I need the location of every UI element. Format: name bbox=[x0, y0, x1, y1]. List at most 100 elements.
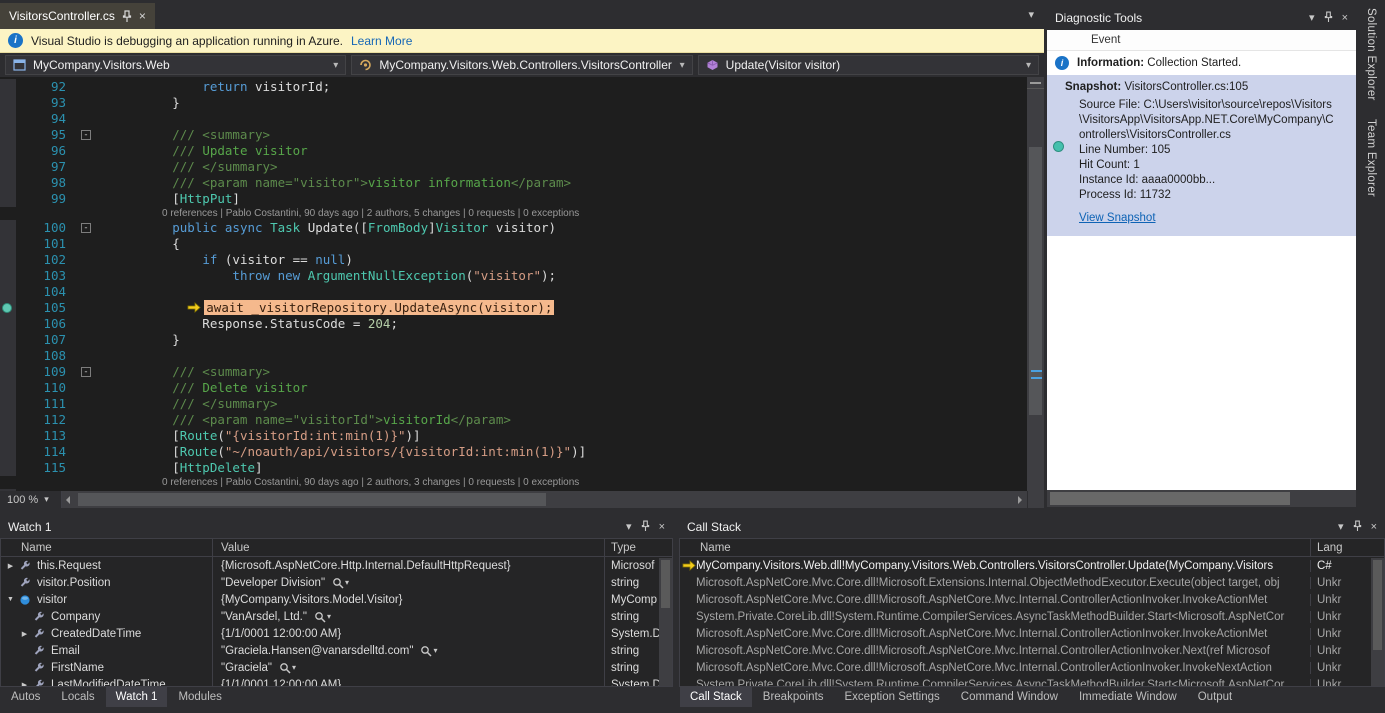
fold-margin[interactable] bbox=[76, 316, 100, 332]
zoom-dropdown[interactable]: 100 % ▾ bbox=[0, 491, 62, 508]
code-line[interactable]: 105 await _visitorRepository.UpdateAsync… bbox=[0, 300, 1027, 316]
tab-autos[interactable]: Autos bbox=[1, 687, 50, 707]
expander-icon[interactable]: ▶ bbox=[19, 630, 30, 638]
watch-row[interactable]: Company"VanArsdel, Ltd."▾string bbox=[1, 608, 672, 625]
scrollbar-thumb[interactable] bbox=[1050, 492, 1290, 505]
magnifier-icon[interactable] bbox=[279, 662, 291, 674]
scroll-left-icon[interactable] bbox=[66, 496, 70, 504]
glyph-margin[interactable] bbox=[0, 316, 16, 332]
chevron-down-icon[interactable]: ▾ bbox=[292, 663, 296, 672]
chevron-down-icon[interactable]: ▾ bbox=[327, 612, 331, 621]
watch-row[interactable]: ▶LastModifiedDateTime{1/1/0001 12:00:00 … bbox=[1, 676, 672, 687]
scrollbar-thumb[interactable] bbox=[661, 560, 670, 608]
fold-margin[interactable] bbox=[76, 79, 100, 95]
code-line[interactable]: 98 /// <param name="visitor">visitor inf… bbox=[0, 175, 1027, 191]
tab-locals[interactable]: Locals bbox=[51, 687, 104, 707]
callstack-row[interactable]: Microsoft.AspNetCore.Mvc.Core.dll!Micros… bbox=[680, 625, 1384, 642]
fold-margin[interactable] bbox=[76, 428, 100, 444]
glyph-margin[interactable] bbox=[0, 143, 16, 159]
watch-row[interactable]: FirstName"Graciela"▾string bbox=[1, 659, 672, 676]
fold-collapse-icon[interactable]: - bbox=[81, 130, 91, 140]
member-dropdown[interactable]: Update(Visitor visitor) ▾ bbox=[698, 55, 1039, 75]
tab-immediate-window[interactable]: Immediate Window bbox=[1069, 687, 1187, 707]
code-line[interactable]: 115 [HttpDelete] bbox=[0, 460, 1027, 476]
scroll-right-icon[interactable] bbox=[1018, 496, 1022, 504]
tab-exception-settings[interactable]: Exception Settings bbox=[835, 687, 950, 707]
code-line[interactable]: 101 { bbox=[0, 236, 1027, 252]
pin-icon[interactable] bbox=[1353, 520, 1362, 535]
glyph-margin[interactable] bbox=[0, 396, 16, 412]
watch-titlebar[interactable]: Watch 1 ▾ × bbox=[0, 516, 673, 538]
glyph-margin[interactable] bbox=[0, 159, 16, 175]
callstack-row[interactable]: Microsoft.AspNetCore.Mvc.Core.dll!Micros… bbox=[680, 574, 1384, 591]
code-line[interactable]: 97 /// </summary> bbox=[0, 159, 1027, 175]
code-line[interactable]: 93 } bbox=[0, 95, 1027, 111]
glyph-margin[interactable] bbox=[0, 364, 16, 380]
tab-list-chevron-icon[interactable]: ▾ bbox=[1028, 8, 1034, 21]
fold-margin[interactable] bbox=[76, 300, 100, 316]
glyph-margin[interactable] bbox=[0, 220, 16, 236]
fold-collapse-icon[interactable]: - bbox=[81, 367, 91, 377]
pin-icon[interactable] bbox=[1324, 11, 1333, 26]
fold-margin[interactable] bbox=[76, 284, 100, 300]
snapshot-event[interactable]: Snapshot: VisitorsController.cs:105 Sour… bbox=[1047, 75, 1356, 236]
pin-icon[interactable] bbox=[122, 10, 132, 23]
watch-row[interactable]: Email"Graciela.Hansen@vanarsdelltd.com"▾… bbox=[1, 642, 672, 659]
tab-breakpoints[interactable]: Breakpoints bbox=[753, 687, 834, 707]
column-header-name[interactable]: Name bbox=[680, 539, 1311, 556]
callstack-row[interactable]: Microsoft.AspNetCore.Mvc.Core.dll!Micros… bbox=[680, 591, 1384, 608]
chevron-down-icon[interactable]: ▾ bbox=[626, 522, 632, 533]
code-line[interactable]: 99 [HttpPut] bbox=[0, 191, 1027, 207]
callstack-row[interactable]: Microsoft.AspNetCore.Mvc.Core.dll!Micros… bbox=[680, 642, 1384, 659]
tab-watch-1[interactable]: Watch 1 bbox=[106, 687, 168, 707]
code-line[interactable]: 109- /// <summary> bbox=[0, 364, 1027, 380]
callstack-row[interactable]: System.Private.CoreLib.dll!System.Runtim… bbox=[680, 608, 1384, 625]
fold-margin[interactable] bbox=[76, 268, 100, 284]
code-line[interactable]: 112 /// <param name="visitorId">visitorI… bbox=[0, 412, 1027, 428]
close-icon[interactable]: × bbox=[1342, 13, 1348, 24]
code-line[interactable]: 103 throw new ArgumentNullException("vis… bbox=[0, 268, 1027, 284]
column-header-value[interactable]: Value bbox=[213, 539, 605, 556]
fold-margin[interactable] bbox=[76, 95, 100, 111]
chevron-down-icon[interactable]: ▾ bbox=[433, 646, 437, 655]
glyph-margin[interactable] bbox=[0, 348, 16, 364]
fold-margin[interactable] bbox=[76, 191, 100, 207]
scrollbar-thumb[interactable] bbox=[78, 493, 546, 506]
fold-margin[interactable] bbox=[76, 175, 100, 191]
chevron-down-icon[interactable]: ▾ bbox=[345, 578, 349, 587]
code-line[interactable]: 102 if (visitor == null) bbox=[0, 252, 1027, 268]
fold-margin[interactable]: - bbox=[76, 220, 100, 236]
project-dropdown[interactable]: MyCompany.Visitors.Web ▾ bbox=[5, 55, 346, 75]
code-line[interactable]: 114 [Route("~/noauth/api/visitors/{visit… bbox=[0, 444, 1027, 460]
editor-horizontal-scrollbar[interactable] bbox=[62, 491, 1044, 508]
diagnostic-horizontal-scrollbar[interactable] bbox=[1047, 490, 1356, 507]
pin-icon[interactable] bbox=[641, 520, 650, 535]
close-icon[interactable]: × bbox=[659, 522, 665, 533]
watch-row[interactable]: visitor.Position"Developer Division"▾str… bbox=[1, 574, 672, 591]
glyph-margin[interactable] bbox=[0, 300, 16, 316]
code-line[interactable]: 92 return visitorId; bbox=[0, 79, 1027, 95]
glyph-margin[interactable] bbox=[0, 428, 16, 444]
tab-call-stack[interactable]: Call Stack bbox=[680, 687, 752, 707]
glyph-margin[interactable] bbox=[0, 175, 16, 191]
magnifier-icon[interactable] bbox=[420, 645, 432, 657]
expander-icon[interactable]: ▶ bbox=[5, 562, 16, 570]
vertical-tab-solution-explorer[interactable]: Solution Explorer bbox=[1365, 8, 1377, 101]
fold-margin[interactable] bbox=[76, 396, 100, 412]
code-line[interactable]: 100- public async Task Update([FromBody]… bbox=[0, 220, 1027, 236]
tab-modules[interactable]: Modules bbox=[168, 687, 231, 707]
code-line[interactable]: 94 bbox=[0, 111, 1027, 127]
glyph-margin[interactable] bbox=[0, 252, 16, 268]
fold-margin[interactable]: - bbox=[76, 364, 100, 380]
column-header-type[interactable]: Type bbox=[605, 539, 672, 556]
glyph-margin[interactable] bbox=[0, 191, 16, 207]
learn-more-link[interactable]: Learn More bbox=[351, 34, 412, 48]
glyph-margin[interactable] bbox=[0, 444, 16, 460]
fold-margin[interactable] bbox=[76, 159, 100, 175]
expander-icon[interactable]: ▼ bbox=[5, 596, 16, 603]
glyph-margin[interactable] bbox=[0, 268, 16, 284]
fold-margin[interactable] bbox=[76, 460, 100, 476]
fold-margin[interactable] bbox=[76, 380, 100, 396]
glyph-margin[interactable] bbox=[0, 380, 16, 396]
fold-margin[interactable] bbox=[76, 348, 100, 364]
